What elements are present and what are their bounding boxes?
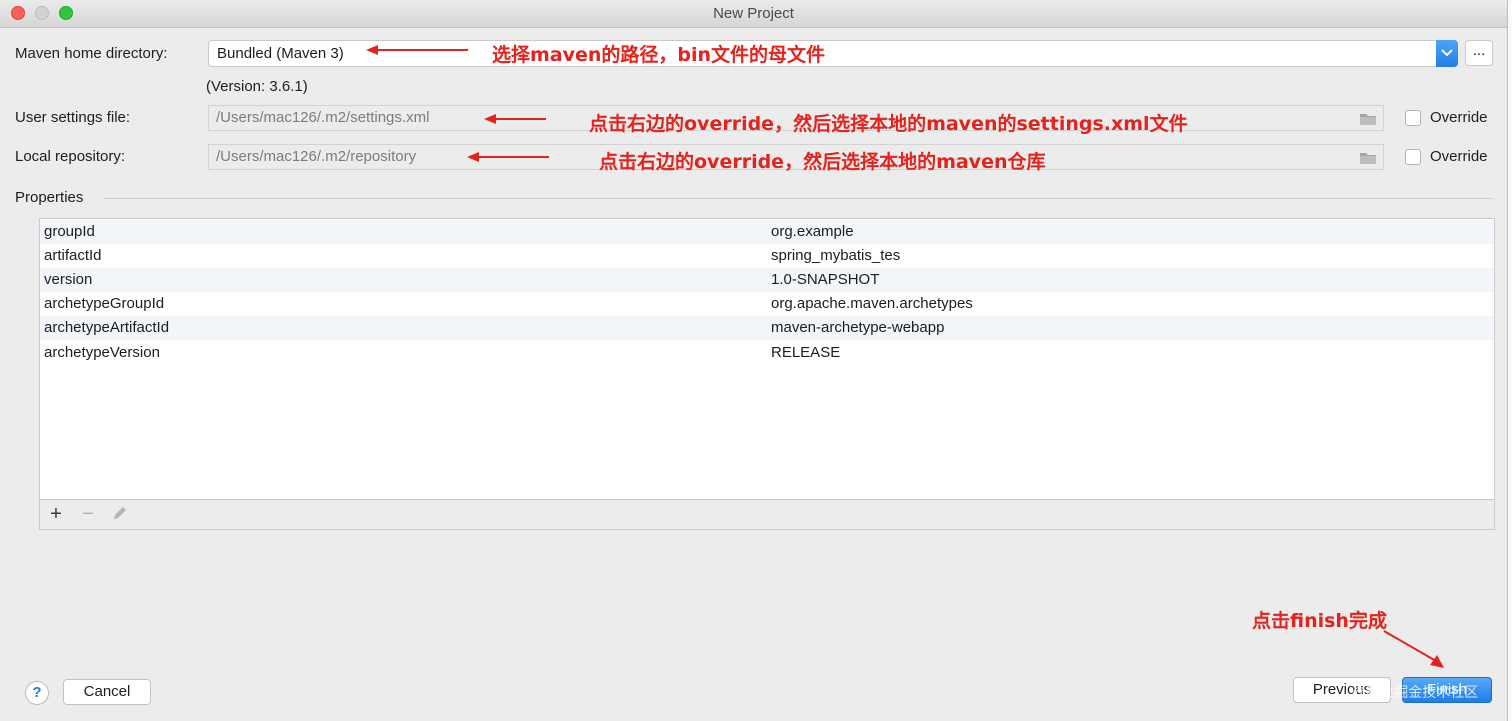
annotation-arrow (1383, 630, 1444, 668)
property-key: artifactId (44, 247, 102, 264)
override-repository-checkbox[interactable] (1405, 149, 1421, 165)
annotation-arrow (366, 45, 468, 55)
property-key: archetypeArtifactId (44, 319, 170, 336)
property-key: groupId (44, 223, 95, 240)
table-row[interactable]: archetypeVersion RELEASE (40, 341, 1494, 365)
property-value: maven-archetype-webapp (771, 319, 945, 336)
properties-table: groupId org.example artifactId spring_my… (39, 218, 1495, 500)
cancel-button[interactable]: Cancel (63, 679, 151, 705)
annotation-finish: 点击finish完成 (1252, 610, 1387, 632)
maven-home-label: Maven home directory: (15, 45, 168, 62)
local-repository-label: Local repository: (15, 148, 126, 165)
property-key: archetypeGroupId (44, 295, 165, 312)
user-settings-value: /Users/mac126/.m2/settings.xml (216, 109, 430, 126)
override-settings-checkbox[interactable] (1405, 110, 1421, 126)
annotation-settings: 点击右边的override，然后选择本地的maven的settings.xml文… (589, 113, 1188, 135)
property-value: org.apache.maven.archetypes (771, 295, 973, 312)
add-property-button[interactable]: + (45, 504, 67, 526)
maven-home-value: Bundled (Maven 3) (217, 45, 344, 62)
table-row[interactable]: archetypeGroupId org.apache.maven.archet… (40, 292, 1494, 316)
table-row[interactable]: artifactId spring_mybatis_tes (40, 244, 1494, 268)
folder-icon[interactable] (1359, 151, 1377, 165)
property-value: org.example (771, 223, 854, 240)
maven-version-text: (Version: 3.6.1) (206, 78, 308, 95)
property-value: RELEASE (771, 344, 841, 361)
edit-property-button[interactable] (109, 504, 131, 526)
override-repository-label: Override (1430, 148, 1488, 165)
annotation-arrow (484, 114, 546, 124)
new-project-window: New Project Maven home directory: Bundle… (0, 0, 1508, 721)
watermark-text: @稀土掘金技术社区 (1352, 684, 1479, 700)
property-value: 1.0-SNAPSHOT (771, 271, 880, 288)
properties-section-label: Properties (15, 189, 84, 206)
local-repository-value: /Users/mac126/.m2/repository (216, 148, 417, 165)
table-row[interactable]: version 1.0-SNAPSHOT (40, 268, 1494, 292)
properties-toolbar: + − (39, 500, 1495, 530)
remove-property-button[interactable]: − (77, 504, 99, 526)
table-row[interactable]: archetypeArtifactId maven-archetype-weba… (40, 316, 1494, 340)
annotation-maven-home: 选择maven的路径，bin文件的母文件 (492, 44, 826, 66)
annotation-arrow (467, 152, 549, 162)
table-row[interactable]: groupId org.example (40, 220, 1494, 244)
pencil-icon (114, 507, 126, 519)
chevron-down-icon[interactable] (1436, 40, 1458, 67)
browse-maven-home-button[interactable]: ... (1465, 40, 1493, 66)
folder-icon[interactable] (1359, 112, 1377, 126)
title-bar: New Project (0, 0, 1507, 28)
property-key: version (44, 271, 93, 288)
property-value: spring_mybatis_tes (771, 247, 901, 264)
user-settings-label: User settings file: (15, 109, 131, 126)
property-key: archetypeVersion (44, 344, 160, 361)
window-edge (1508, 0, 1512, 721)
window-title: New Project (713, 5, 794, 22)
help-button[interactable]: ? (25, 681, 49, 705)
override-settings-label: Override (1430, 109, 1488, 126)
annotation-repository: 点击右边的override，然后选择本地的maven仓库 (599, 151, 1046, 173)
properties-divider (103, 198, 1493, 199)
